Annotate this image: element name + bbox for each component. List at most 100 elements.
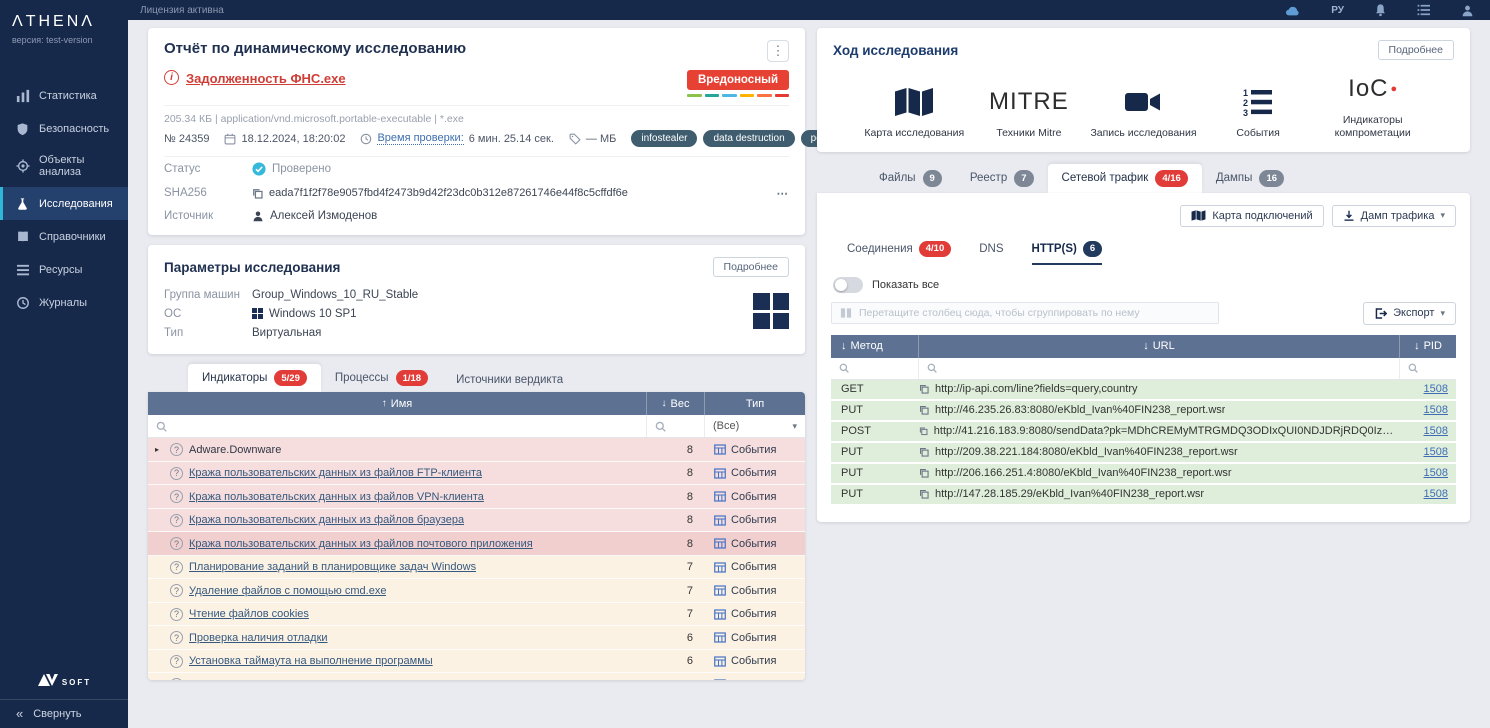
indicator-row[interactable]: ? Кража пользовательских данных из файло… [148, 462, 805, 486]
url-filter-input[interactable] [919, 358, 1400, 379]
indicator-link[interactable]: Планирование заданий в планировщике зада… [189, 561, 476, 573]
copy-icon[interactable] [919, 426, 928, 436]
tab-verdict-sources[interactable]: Источники вердикта [442, 368, 577, 392]
copy-icon[interactable] [919, 468, 929, 478]
feature-ioc[interactable]: IoC● Индикаторы компрометации [1315, 72, 1430, 140]
name-filter-input[interactable] [148, 415, 647, 437]
method-filter-input[interactable] [831, 358, 919, 379]
indicator-events-link[interactable]: События [705, 514, 805, 526]
feature-recording[interactable]: Запись исследования [1086, 72, 1201, 140]
indicator-events-link[interactable]: События [705, 538, 805, 550]
http-row[interactable]: PUT http://147.28.185.29/eKbld_Ivan%40FI… [831, 485, 1456, 506]
indicator-link[interactable]: Adware.Downware [189, 444, 281, 456]
help-icon[interactable]: ? [170, 537, 183, 550]
http-row[interactable]: POST http://41.216.183.9:8080/sendData?p… [831, 422, 1456, 443]
tab-indicators[interactable]: Индикаторы 5/29 [188, 364, 321, 392]
http-row[interactable]: PUT http://46.235.26.83:8080/eKbld_Ivan%… [831, 401, 1456, 422]
subtab-https[interactable]: HTTP(S) 6 [1032, 241, 1103, 265]
sidebar-item-research[interactable]: Исследования [0, 187, 128, 220]
sidebar-item-journals[interactable]: Журналы [0, 286, 128, 319]
indicator-events-link[interactable]: События [705, 585, 805, 597]
pid-link[interactable]: 1508 [1424, 425, 1448, 437]
sidebar-item-references[interactable]: Справочники [0, 220, 128, 253]
indicator-link[interactable]: Кража пользовательских данных из файлов … [189, 538, 533, 550]
column-header-pid[interactable]: ↓PID [1400, 335, 1456, 358]
user-icon[interactable] [1461, 4, 1474, 17]
indicator-link[interactable]: Кража пользовательских данных из файлов … [189, 467, 482, 479]
help-icon[interactable]: ? [170, 443, 183, 456]
help-icon[interactable]: ? [170, 467, 183, 480]
feature-mitre[interactable]: MITRE Техники Mitre [972, 72, 1087, 140]
indicator-events-link[interactable]: События [705, 608, 805, 620]
column-header-weight[interactable]: ↓Вес [647, 392, 705, 415]
indicator-row[interactable]: ? [148, 673, 805, 680]
help-icon[interactable]: ? [170, 631, 183, 644]
http-row[interactable]: PUT http://206.166.251.4:8080/eKbld_Ivan… [831, 464, 1456, 485]
type-filter-select[interactable]: (Все)▾ [705, 415, 805, 437]
indicator-events-link[interactable]: События [705, 561, 805, 573]
connection-map-button[interactable]: Карта подключений [1180, 205, 1323, 227]
pid-link[interactable]: 1508 [1424, 446, 1448, 458]
sidebar-collapse-button[interactable]: « Свернуть [0, 699, 128, 728]
help-icon[interactable]: ? [170, 584, 183, 597]
column-header-name[interactable]: ↑Имя [148, 392, 647, 415]
help-icon[interactable]: ? [170, 678, 183, 680]
tag-infostealer[interactable]: infostealer [631, 130, 697, 147]
tab-processes[interactable]: Процессы 1/18 [321, 364, 442, 392]
indicator-row[interactable]: ? Проверка наличия отладки 6 События [148, 626, 805, 650]
indicator-row[interactable]: ? Кража пользовательских данных из файло… [148, 509, 805, 533]
copy-icon[interactable] [919, 489, 929, 499]
pid-link[interactable]: 1508 [1424, 488, 1448, 500]
pid-link[interactable]: 1508 [1424, 404, 1448, 416]
sidebar-item-resources[interactable]: Ресурсы [0, 253, 128, 286]
tab-network-traffic[interactable]: Сетевой трафик 4/16 [1048, 164, 1202, 192]
export-button[interactable]: Экспорт ▾ [1363, 302, 1456, 325]
expander-icon[interactable]: ▸ [155, 445, 164, 454]
group-by-dropzone[interactable]: Перетащите столбец сюда, чтобы сгруппиро… [831, 302, 1219, 324]
copy-icon[interactable] [919, 405, 929, 415]
indicator-events-link[interactable]: События [705, 632, 805, 644]
indicator-events-link[interactable] [705, 679, 805, 680]
indicator-events-link[interactable]: События [705, 655, 805, 667]
indicator-row[interactable]: ? Планирование заданий в планировщике за… [148, 556, 805, 580]
column-header-method[interactable]: ↓Метод [831, 335, 919, 358]
indicator-row[interactable]: ? Чтение файлов cookies 7 События [148, 603, 805, 627]
indicator-link[interactable]: Установка таймаута на выполнение програм… [189, 655, 433, 667]
pid-link[interactable]: 1508 [1424, 383, 1448, 395]
bell-icon[interactable] [1374, 3, 1387, 17]
tab-dumps[interactable]: Дампы 16 [1202, 164, 1298, 192]
tab-registry[interactable]: Реестр 7 [956, 164, 1048, 192]
check-duration-label[interactable]: Время проверки: [377, 132, 463, 145]
tab-files[interactable]: Файлы 9 [865, 164, 956, 192]
indicator-row[interactable]: ? Удаление файлов с помощью cmd.exe 7 Со… [148, 579, 805, 603]
indicator-link[interactable]: Проверка наличия отладки [189, 632, 328, 644]
sha-more-button[interactable]: ⋯ [777, 186, 790, 200]
report-kebab-button[interactable]: ⋮ [767, 40, 789, 62]
indicator-events-link[interactable]: События [705, 467, 805, 479]
copy-icon[interactable] [919, 447, 929, 457]
indicator-link[interactable]: Кража пользовательских данных из файлов … [189, 514, 464, 526]
help-icon[interactable]: ? [170, 561, 183, 574]
sidebar-item-security[interactable]: Безопасность [0, 112, 128, 145]
help-icon[interactable]: ? [170, 514, 183, 527]
pid-filter-input[interactable] [1400, 358, 1456, 379]
indicator-row[interactable]: ? Кража пользовательских данных из файло… [148, 485, 805, 509]
help-icon[interactable]: ? [170, 490, 183, 503]
menu-list-icon[interactable] [1417, 4, 1431, 16]
indicator-events-link[interactable]: События [705, 491, 805, 503]
http-row[interactable]: GET http://ip-api.com/line?fields=query,… [831, 380, 1456, 401]
indicator-link[interactable]: Чтение файлов cookies [189, 608, 309, 620]
sidebar-item-analysis-objects[interactable]: Объекты анализа [0, 145, 128, 187]
show-all-toggle[interactable] [833, 277, 863, 293]
help-icon[interactable]: ? [170, 655, 183, 668]
weight-filter-input[interactable] [647, 415, 705, 437]
indicator-link[interactable]: Удаление файлов с помощью cmd.exe [189, 585, 386, 597]
language-switch[interactable]: РУ [1331, 5, 1344, 16]
feature-research-map[interactable]: Карта исследования [857, 72, 972, 140]
indicator-link[interactable]: Кража пользовательских данных из файлов … [189, 491, 484, 503]
indicator-events-link[interactable]: События [705, 444, 805, 456]
indicator-row[interactable]: ? Кража пользовательских данных из файло… [148, 532, 805, 556]
tag-data-destruction[interactable]: data destruction [703, 130, 794, 147]
params-more-button[interactable]: Подробнее [713, 257, 789, 277]
cloud-icon[interactable] [1285, 5, 1301, 16]
